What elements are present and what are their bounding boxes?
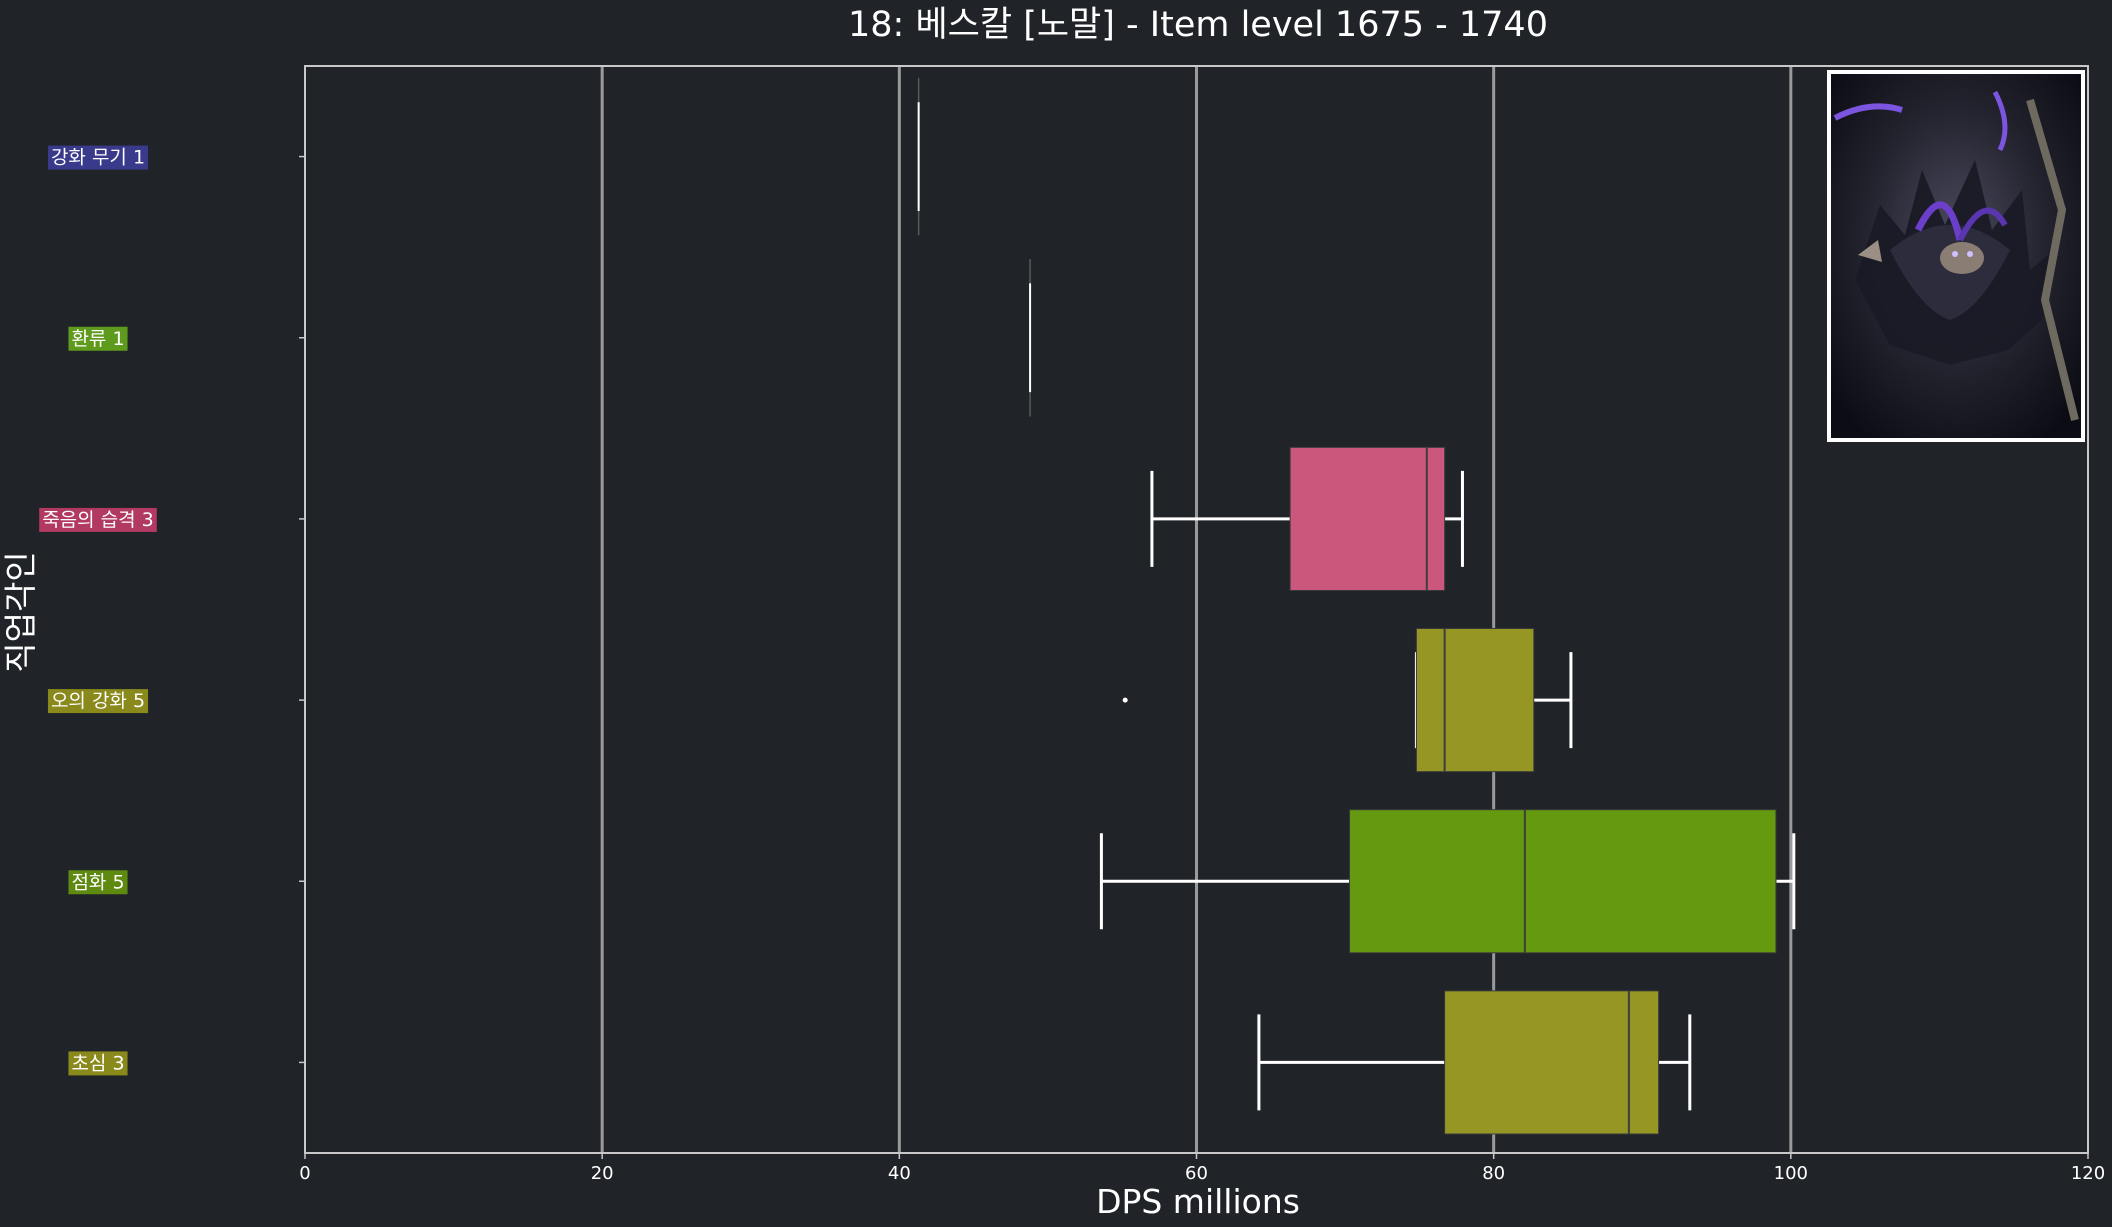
x-tick-label: 40 — [888, 1163, 911, 1184]
category-label: 초심 3 — [71, 1052, 124, 1074]
category-label-6: 초심 3 — [68, 1051, 128, 1076]
category-label: 점화 5 — [71, 871, 124, 893]
x-tick-label: 60 — [1185, 1163, 1208, 1184]
boss-portrait-image — [1827, 70, 2085, 442]
x-tick-label: 0 — [299, 1163, 310, 1184]
category-label-4: 오의 강화 5 — [47, 689, 149, 714]
category-label: 죽음의 습격 3 — [42, 509, 154, 531]
x-tick-label: 20 — [591, 1163, 614, 1184]
category-label-2: 환류 1 — [68, 326, 128, 351]
x-tick-label: 100 — [1774, 1163, 1808, 1184]
chart-title: 18: 베스칼 [노말] - Item level 1675 - 1740 — [848, 5, 1548, 45]
box-iqr — [1415, 628, 1535, 773]
box-iqr — [1444, 990, 1660, 1135]
outlier-point — [1122, 697, 1128, 703]
category-label: 오의 강화 5 — [51, 690, 145, 712]
category-label-5: 점화 5 — [68, 870, 128, 895]
category-label-1: 강화 무기 1 — [47, 145, 149, 170]
box-iqr — [1289, 446, 1446, 591]
x-axis-label: DPS millions — [1096, 1182, 1300, 1221]
chart-background — [0, 0, 2112, 1227]
boxplot-chart: 18: 베스칼 [노말] - Item level 1675 - 1740 0 2… — [0, 0, 2112, 1227]
y-axis-label: 직업각인 — [1, 551, 40, 672]
category-label: 환류 1 — [71, 328, 124, 350]
category-label-3: 죽음의 습격 3 — [39, 507, 157, 532]
category-label: 강화 무기 1 — [51, 147, 145, 169]
x-tick-label: 120 — [2071, 1163, 2105, 1184]
box-iqr — [1349, 809, 1777, 954]
x-tick-label: 80 — [1482, 1163, 1505, 1184]
